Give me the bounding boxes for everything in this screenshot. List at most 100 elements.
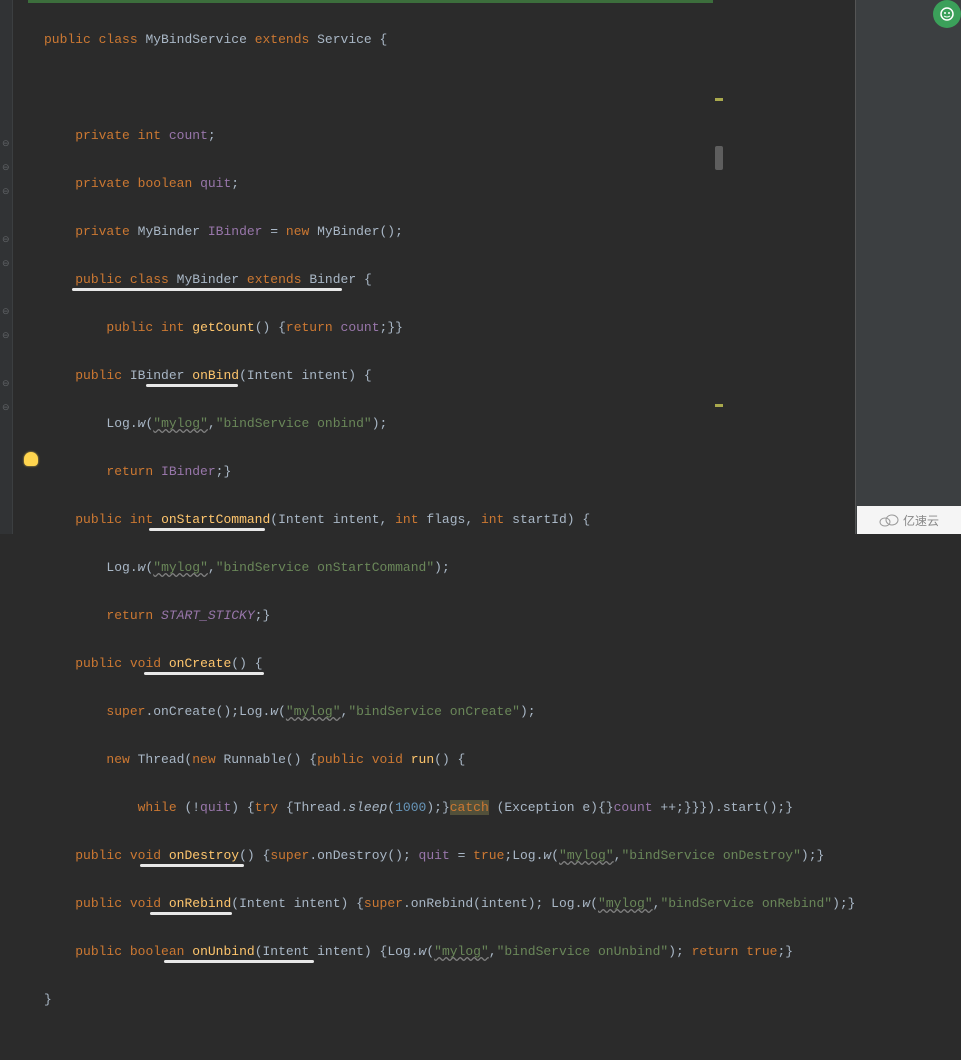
type: Binder	[309, 272, 356, 287]
comma: ,	[489, 944, 497, 959]
p: (	[387, 800, 395, 815]
fold-marker[interactable]: ⊖	[2, 188, 11, 197]
kw: void	[130, 896, 161, 911]
fold-marker[interactable]: ⊖	[2, 332, 11, 341]
kw: class	[99, 32, 138, 47]
dot: .	[130, 560, 138, 575]
dot: .	[411, 944, 419, 959]
semi: ;	[395, 224, 403, 239]
method: run	[411, 752, 434, 767]
call: .onRebind(intent);	[403, 896, 551, 911]
c: ,	[465, 512, 481, 527]
kw: true	[746, 944, 777, 959]
kw: void	[372, 752, 403, 767]
comma: ,	[341, 704, 349, 719]
kw: boolean	[138, 176, 193, 191]
sig: () {	[434, 752, 465, 767]
kw: while	[138, 800, 177, 815]
string: "bindService onbind"	[216, 416, 372, 431]
kw: int	[138, 128, 161, 143]
watermark: 亿速云	[857, 506, 961, 534]
catch: (Exception e){}	[489, 800, 614, 815]
scrollbar-track[interactable]	[713, 0, 725, 534]
number: 1000	[395, 800, 426, 815]
method: getCount	[192, 320, 254, 335]
static-method: w	[543, 848, 551, 863]
end: ;}	[216, 464, 232, 479]
intention-bulb-icon[interactable]	[24, 452, 38, 466]
kw: public	[75, 272, 122, 287]
string: "mylog"	[598, 896, 653, 911]
end: ;}	[777, 944, 793, 959]
scroll-warning-marker[interactable]	[715, 404, 723, 407]
kw: int	[161, 320, 184, 335]
code-content[interactable]: public class MyBindService extends Servi…	[28, 0, 855, 534]
kw: return	[286, 320, 333, 335]
kw: new	[192, 752, 215, 767]
string: "mylog"	[559, 848, 614, 863]
comma: ,	[208, 560, 216, 575]
c: ,	[380, 512, 396, 527]
sig: () {	[239, 848, 270, 863]
hand-annotation	[150, 912, 232, 915]
fold-marker[interactable]: ⊖	[2, 236, 11, 245]
method: onCreate	[169, 656, 231, 671]
type: Service	[317, 32, 372, 47]
type: IBinder	[130, 368, 185, 383]
kw: public	[75, 896, 122, 911]
kw: int	[130, 512, 153, 527]
semi: ;	[504, 848, 512, 863]
p: );	[668, 944, 691, 959]
dot: .	[536, 848, 544, 863]
sig: (Intent intent) {	[231, 896, 364, 911]
sp	[403, 752, 411, 767]
semi: ;	[231, 176, 239, 191]
p: (	[590, 896, 598, 911]
assistant-float-icon[interactable]	[933, 0, 961, 28]
p: );}	[426, 800, 449, 815]
p: (	[551, 848, 559, 863]
fold-marker[interactable]: ⊖	[2, 140, 11, 149]
call: .onCreate();	[145, 704, 239, 719]
brace: }	[44, 992, 52, 1007]
inc: ++;}}}).start();}	[653, 800, 793, 815]
cls: Log	[106, 560, 129, 575]
scroll-warning-marker[interactable]	[715, 98, 723, 101]
method: onDestroy	[169, 848, 239, 863]
t: Runnable() {	[216, 752, 317, 767]
kw: catch	[450, 800, 489, 815]
comma: ,	[208, 416, 216, 431]
string: "bindService onDestroy"	[621, 848, 800, 863]
call: .onDestroy();	[309, 848, 418, 863]
kw: public	[75, 848, 122, 863]
string: "mylog"	[286, 704, 341, 719]
cls: Log	[512, 848, 535, 863]
string: "bindService onStartCommand"	[216, 560, 434, 575]
scrollbar-thumb[interactable]	[715, 146, 723, 170]
const: START_STICKY	[161, 608, 255, 623]
semi: ;	[208, 128, 216, 143]
p: (!	[177, 800, 200, 815]
t: Thread(	[130, 752, 192, 767]
kw: void	[130, 848, 161, 863]
static-method: w	[270, 704, 278, 719]
string: "mylog"	[153, 416, 208, 431]
fold-marker[interactable]: ⊖	[2, 164, 11, 173]
hand-annotation	[146, 384, 238, 387]
p: startId) {	[504, 512, 590, 527]
kw: private	[75, 128, 130, 143]
static-method: w	[419, 944, 427, 959]
kw: super	[270, 848, 309, 863]
fold-marker[interactable]: ⊖	[2, 380, 11, 389]
fold-marker[interactable]: ⊖	[2, 308, 11, 317]
eq: =	[450, 848, 473, 863]
p: flags	[419, 512, 466, 527]
brace: {	[372, 32, 388, 47]
fold-marker[interactable]: ⊖	[2, 404, 11, 413]
method: onBind	[192, 368, 239, 383]
static-method: w	[582, 896, 590, 911]
kw: private	[75, 224, 130, 239]
gutter[interactable]: ⊖ ⊖ ⊖ ⊖ ⊖ ⊖ ⊖ ⊖ ⊖	[0, 0, 13, 534]
fold-marker[interactable]: ⊖	[2, 260, 11, 269]
field: IBinder	[208, 224, 263, 239]
